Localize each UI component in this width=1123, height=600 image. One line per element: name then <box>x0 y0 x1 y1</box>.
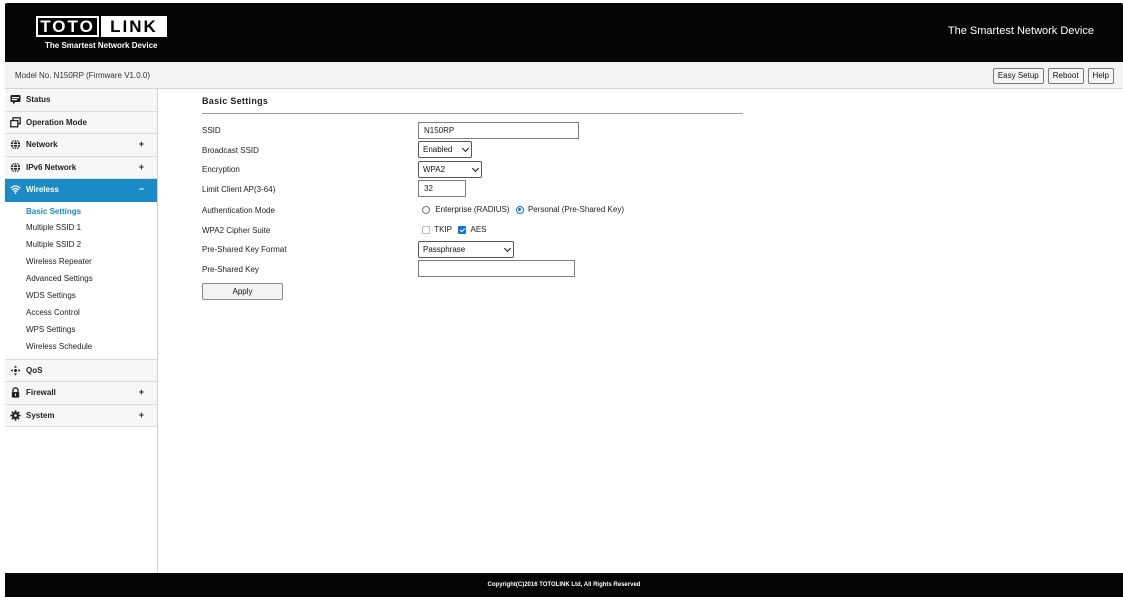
status-icon <box>10 95 21 105</box>
auth-personal-radio[interactable] <box>515 205 524 214</box>
chevron-down-icon <box>503 244 512 252</box>
footer-bar: Copyright(C)2016 TOTOLINK Ltd, All Right… <box>5 573 1123 597</box>
easy-setup-button[interactable]: Easy Setup <box>992 68 1044 84</box>
submenu-multiple-ssid-2[interactable]: Multiple SSID 2 <box>5 237 157 254</box>
sidebar-item-label: Operation Mode <box>26 117 87 127</box>
limit-client-label: Limit Client AP(3-64) <box>202 185 276 194</box>
submenu-advanced-settings[interactable]: Advanced Settings <box>5 271 157 288</box>
collapse-icon: − <box>138 184 144 194</box>
sidebar-item-wireless[interactable]: Wireless − <box>5 179 157 202</box>
expand-icon: + <box>138 161 144 172</box>
chevron-down-icon <box>461 144 470 152</box>
logo-tagline: The Smartest Network Device <box>45 41 158 50</box>
tkip-label: TKIP <box>434 225 453 235</box>
aes-label: AES <box>470 225 487 235</box>
tkip-checkbox[interactable] <box>422 225 430 234</box>
sidebar-item-status[interactable]: Status <box>5 89 157 112</box>
auth-mode-label: Authentication Mode <box>202 206 275 215</box>
auth-mode-group: Enterprise (RADIUS) Personal (Pre-Shared… <box>422 205 624 214</box>
header-bar: TOTO LINK The Smartest Network Device Th… <box>5 3 1123 62</box>
apply-button[interactable]: Apply <box>202 283 283 300</box>
sidebar-menu: Status Operation Mode Network + IPv6 Net… <box>5 89 158 573</box>
sidebar-item-label: IPv6 Network <box>26 162 77 172</box>
model-info: Model No. N150RP (Firmware V1.0.0) <box>15 71 151 80</box>
expand-icon: + <box>138 387 144 398</box>
broadcast-ssid-label: Broadcast SSID <box>202 146 259 155</box>
psk-input[interactable] <box>418 260 575 277</box>
qos-icon <box>10 365 21 376</box>
totolink-logo[interactable]: TOTO LINK The Smartest Network Device <box>36 16 168 56</box>
encryption-label: Encryption <box>202 165 240 174</box>
ssid-input[interactable]: N150RP <box>418 122 579 139</box>
logo-link-text: LINK <box>101 16 167 37</box>
page-title: Basic Settings <box>202 96 269 106</box>
sidebar-item-ipv6-network[interactable]: IPv6 Network + <box>5 156 157 179</box>
submenu-basic-settings[interactable]: Basic Settings <box>5 204 157 221</box>
sidebar-item-firewall[interactable]: Firewall + <box>5 382 157 405</box>
broadcast-ssid-select[interactable]: Enabled <box>418 141 472 158</box>
encryption-value: WPA2 <box>423 165 446 174</box>
logo-toto-text: TOTO <box>36 16 99 37</box>
auth-enterprise-radio[interactable] <box>422 205 430 214</box>
submenu-multiple-ssid-1[interactable]: Multiple SSID 1 <box>5 220 157 237</box>
sidebar-item-network[interactable]: Network + <box>5 134 157 157</box>
globe-icon <box>10 161 21 173</box>
psk-format-label: Pre-Shared Key Format <box>202 245 287 254</box>
gear-icon <box>10 409 21 421</box>
cipher-suite-label: WPA2 Cipher Suite <box>202 226 271 235</box>
wireless-submenu: Basic Settings Multiple SSID 1 Multiple … <box>5 201 157 360</box>
submenu-wds-settings[interactable]: WDS Settings <box>5 288 157 305</box>
submenu-wireless-repeater[interactable]: Wireless Repeater <box>5 254 157 271</box>
help-button[interactable]: Help <box>1087 68 1114 84</box>
cipher-suite-group: TKIP AES <box>422 225 487 234</box>
chevron-down-icon <box>471 164 480 172</box>
psk-format-value: Passphrase <box>423 245 466 254</box>
sidebar-item-label: Wireless <box>26 185 59 195</box>
sidebar-item-system[interactable]: System + <box>5 404 157 428</box>
limit-client-input[interactable]: 32 <box>418 180 466 197</box>
sidebar-item-label: System <box>26 410 55 420</box>
copyright-text: Copyright(C)2016 TOTOLINK Ltd, All Right… <box>487 582 641 588</box>
lock-icon <box>11 387 20 398</box>
submenu-wps-settings[interactable]: WPS Settings <box>5 322 157 339</box>
operation-mode-icon <box>10 116 21 127</box>
expand-icon: + <box>138 409 144 420</box>
reboot-button[interactable]: Reboot <box>1047 68 1084 84</box>
submenu-access-control[interactable]: Access Control <box>5 305 157 322</box>
broadcast-ssid-value: Enabled <box>423 145 453 154</box>
psk-format-select[interactable]: Passphrase <box>418 241 514 258</box>
ssid-label: SSID <box>202 126 221 135</box>
auth-personal-label: Personal (Pre-Shared Key) <box>527 205 624 215</box>
model-bar: Model No. N150RP (Firmware V1.0.0) Easy … <box>5 62 1123 89</box>
header-slogan: The Smartest Network Device <box>947 25 1094 37</box>
sidebar-item-label: Status <box>26 95 51 105</box>
wifi-icon <box>10 185 21 195</box>
expand-icon: + <box>138 139 144 149</box>
title-divider <box>202 113 743 114</box>
auth-enterprise-label: Enterprise (RADIUS) <box>435 205 510 215</box>
sidebar-item-qos[interactable]: QoS <box>5 359 157 383</box>
sidebar-item-label: Firewall <box>26 388 56 398</box>
encryption-select[interactable]: WPA2 <box>418 161 482 178</box>
sidebar-item-label: QoS <box>26 365 43 375</box>
aes-checkbox[interactable] <box>458 225 467 234</box>
psk-label: Pre-Shared Key <box>202 265 259 274</box>
sidebar-item-label: Network <box>26 140 58 150</box>
globe-icon <box>10 139 21 150</box>
sidebar-item-operation-mode[interactable]: Operation Mode <box>5 111 157 134</box>
submenu-wireless-schedule[interactable]: Wireless Schedule <box>5 339 157 356</box>
